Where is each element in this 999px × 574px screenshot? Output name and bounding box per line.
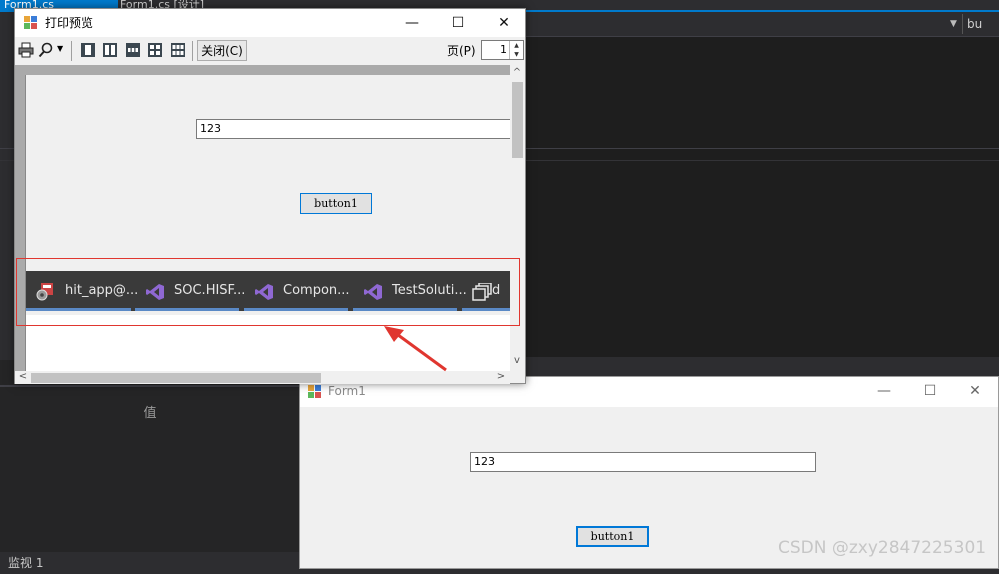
scroll-left-icon[interactable]: <	[16, 371, 30, 383]
minimize-button[interactable]: —	[389, 9, 435, 37]
page-number-value: 1	[500, 43, 507, 56]
member-dropdown-value: bu	[967, 17, 983, 31]
chevron-down-icon[interactable]: ▼	[57, 44, 63, 53]
two-pages-icon[interactable]	[102, 42, 118, 58]
watch-panel	[0, 360, 300, 569]
print-preview-toolbar: ▼ 关闭(C) 页(P) 1 ▲ ▼	[15, 37, 525, 65]
maximize-button[interactable]: ☐	[907, 377, 953, 405]
red-arrow-icon	[384, 326, 447, 372]
preview-button1: button1	[300, 193, 372, 214]
scroll-down-icon[interactable]: v	[510, 355, 524, 367]
horizontal-scroll-thumb[interactable]	[31, 373, 321, 383]
divider	[0, 385, 300, 387]
page-label: 页(P)	[447, 44, 476, 58]
preview-textbox: 123	[196, 119, 510, 139]
toolbar-separator	[71, 41, 72, 61]
tab-watch-1[interactable]: 监视 1	[0, 552, 300, 570]
scroll-up-icon[interactable]: ^	[510, 67, 524, 79]
maximize-button[interactable]: ☐	[435, 9, 481, 37]
print-preview-title: 打印预览	[45, 16, 94, 30]
value-column-header[interactable]: 值	[0, 402, 300, 426]
print-icon[interactable]	[18, 42, 34, 58]
close-preview-button[interactable]: 关闭(C)	[197, 40, 247, 61]
close-button[interactable]: ✕	[952, 377, 998, 405]
spin-arrows-icon[interactable]: ▲ ▼	[509, 41, 523, 59]
three-pages-icon[interactable]	[125, 42, 141, 58]
toolbar-separator	[192, 41, 193, 61]
code-editor[interactable]	[526, 37, 999, 357]
watermark: CSDN @zxy2847225301	[778, 538, 987, 558]
chevron-down-icon[interactable]: ▼	[950, 14, 957, 34]
form1-button1[interactable]: button1	[576, 526, 649, 547]
vertical-scroll-thumb[interactable]	[512, 82, 523, 158]
six-pages-icon[interactable]	[170, 42, 186, 58]
minimize-button[interactable]: —	[861, 377, 907, 405]
form-app-icon	[308, 385, 321, 398]
scroll-right-icon[interactable]: >	[494, 371, 508, 383]
highlight-box	[16, 258, 520, 326]
close-button[interactable]: ✕	[481, 9, 527, 37]
page-number-stepper[interactable]: 1 ▲ ▼	[481, 40, 524, 60]
four-pages-icon[interactable]	[147, 42, 163, 58]
print-preview-titlebar[interactable]: 打印预览 — ☐ ✕	[15, 9, 525, 37]
one-page-icon[interactable]	[80, 42, 96, 58]
editor-navigation-bar	[526, 12, 999, 37]
member-dropdown[interactable]: bu	[962, 14, 999, 34]
form-app-icon	[24, 16, 37, 29]
zoom-icon[interactable]	[38, 42, 54, 58]
form1-textbox[interactable]: 123	[470, 452, 816, 472]
